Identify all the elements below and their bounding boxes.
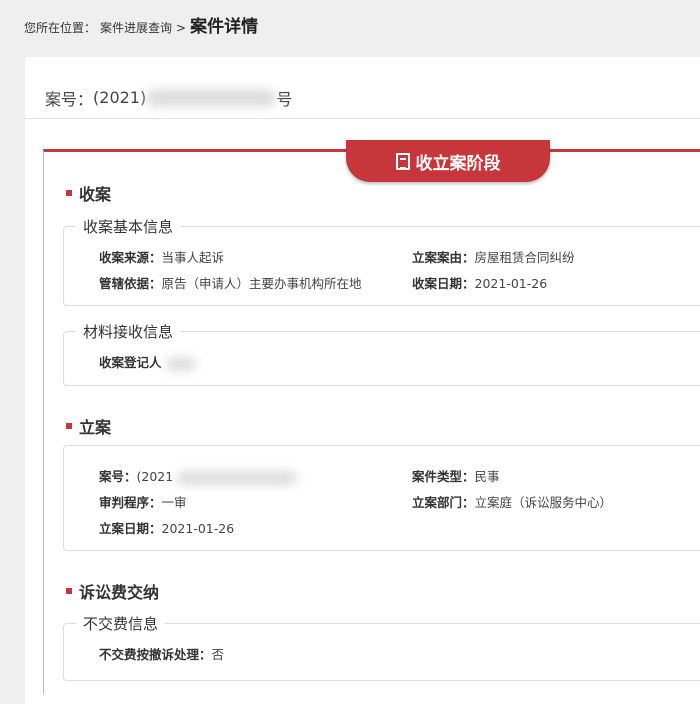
- field-value: 民事: [474, 469, 500, 484]
- legend: 收案基本信息: [76, 216, 181, 237]
- field-label: 收案来源：: [99, 250, 162, 265]
- field-label: 案号：: [99, 469, 137, 484]
- breadcrumb-parent[interactable]: 案件进展查询: [100, 19, 172, 36]
- field-label: 立案部门：: [412, 495, 475, 510]
- case-card: 案号： (2021) 号 收立案阶段 收案 收案基本信息 收案来源：当事人起诉 …: [25, 57, 700, 704]
- field-value: (2021: [136, 469, 174, 484]
- field-label: 收案登记人: [99, 355, 162, 370]
- field-label: 审判程序：: [99, 495, 162, 510]
- section-title: 立案: [79, 418, 112, 437]
- page-title: 案件详情: [190, 17, 259, 37]
- fieldset-filing: 案号：(2021 案件类型：民事 审判程序：一审 立案部门：立案庭（诉讼服务中心…: [63, 445, 700, 551]
- field-label: 不交费按撤诉处理：: [99, 647, 212, 662]
- legend: 不交费信息: [76, 613, 166, 634]
- fieldset-fee: 不交费信息 不交费按撤诉处理：否: [63, 613, 700, 681]
- section-receive: 收案: [66, 181, 111, 205]
- redacted-case-number: [146, 88, 277, 107]
- case-label: 案号：: [45, 89, 94, 109]
- field-label: 案件类型：: [412, 469, 475, 484]
- field-label: 立案日期：: [99, 521, 162, 536]
- breadcrumb-sep: >: [176, 21, 187, 35]
- case-prefix: (2021): [93, 88, 147, 107]
- fieldset-material: 材料接收信息 收案登记人: [63, 321, 700, 386]
- redacted-value: [165, 356, 196, 371]
- field-label: 立案案由：: [412, 250, 475, 265]
- section-filing: 立案: [66, 414, 111, 438]
- field-value: 一审: [161, 495, 187, 510]
- section-title: 诉讼费交纳: [79, 583, 160, 602]
- stage-panel: 收立案阶段 收案 收案基本信息 收案来源：当事人起诉 立案案由：房屋租赁合同纠纷…: [43, 140, 700, 694]
- bullet-icon: [66, 423, 72, 429]
- stage-banner: 收立案阶段: [346, 140, 550, 182]
- case-suffix: 号: [276, 89, 293, 109]
- field-label: 管辖依据：: [99, 276, 162, 291]
- bullet-icon: [66, 190, 72, 196]
- redacted-value: [177, 470, 298, 485]
- field-value: 立案庭（诉讼服务中心）: [474, 495, 613, 510]
- field-value: 2021-01-26: [474, 276, 548, 291]
- document-icon: [395, 152, 410, 170]
- fieldset-basic: 收案基本信息 收案来源：当事人起诉 立案案由：房屋租赁合同纠纷 管辖依据：原告（…: [63, 216, 700, 306]
- field-value: 当事人起诉: [161, 250, 225, 265]
- field-value: 房屋租赁合同纠纷: [474, 250, 575, 265]
- section-title: 收案: [79, 185, 112, 204]
- field-label: 收案日期：: [412, 276, 475, 291]
- breadcrumb-prefix: 您所在位置：: [24, 21, 97, 35]
- case-number-header: 案号： (2021) 号: [25, 57, 700, 119]
- legend: 材料接收信息: [76, 321, 181, 342]
- bullet-icon: [66, 588, 72, 594]
- field-value: 否: [211, 647, 225, 662]
- breadcrumb: 您所在位置： 案件进展查询 > 案件详情: [24, 12, 258, 37]
- field-value: 原告（申请人）主要办事机构所在地: [161, 276, 362, 291]
- section-fee: 诉讼费交纳: [66, 579, 159, 603]
- stage-title: 收立案阶段: [415, 153, 501, 174]
- field-value: 2021-01-26: [161, 521, 235, 536]
